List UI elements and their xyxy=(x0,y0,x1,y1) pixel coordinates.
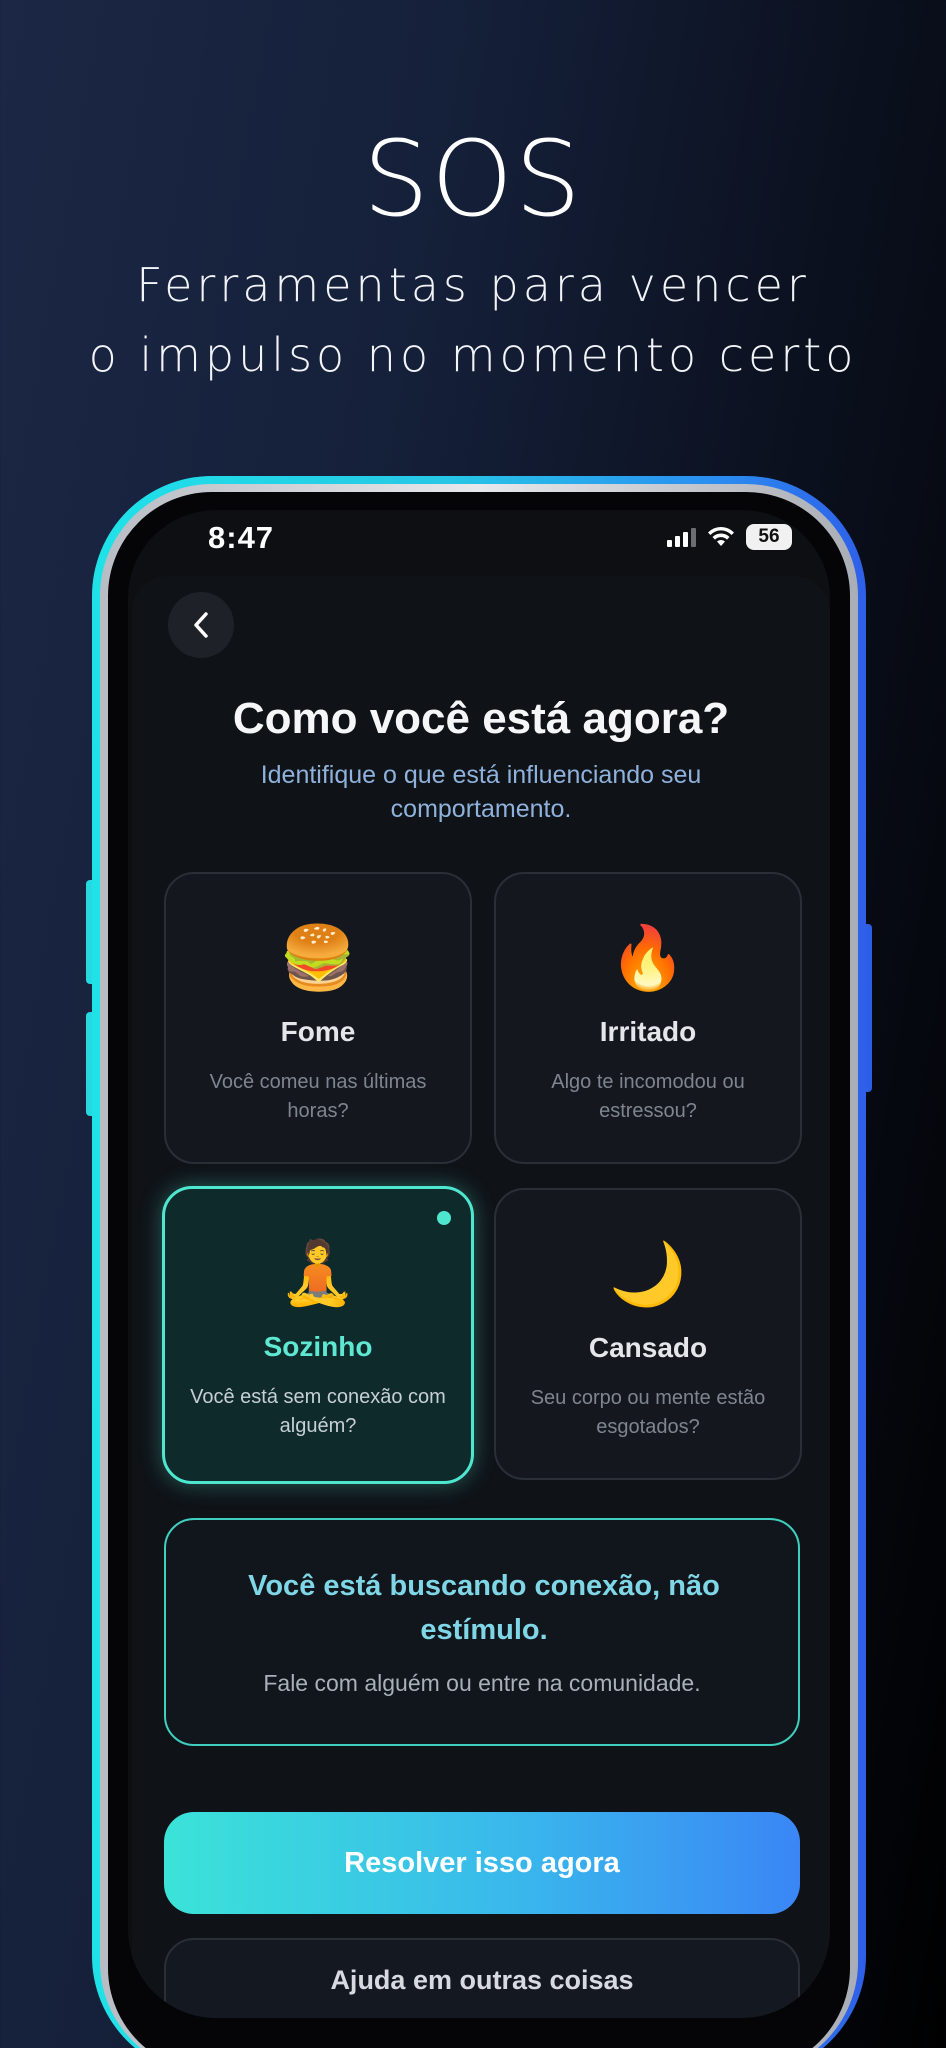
page-subtitle: Identifique o que está influenciando seu… xyxy=(260,761,702,823)
battery-indicator: 56 xyxy=(746,524,792,550)
insight-title: Você está buscando conexão, não estímulo… xyxy=(248,1570,720,1646)
hero-subtitle-line2: o impulso no momento certo xyxy=(88,328,858,382)
moon-icon: 🌙 xyxy=(609,1240,687,1309)
back-button[interactable] xyxy=(168,592,234,658)
chevron-left-icon xyxy=(194,612,208,638)
insight-text: Fale com alguém ou entre na comunidade. xyxy=(263,1670,701,1696)
page-title: Como você está agora? xyxy=(232,694,730,743)
mood-card-cansado[interactable]: 🌙 Cansado Seu corpo ou mente estão esgot… xyxy=(494,1188,802,1480)
mood-card-description: Seu corpo ou mente estão esgotados? xyxy=(530,1387,766,1438)
resolve-now-button[interactable]: Resolver isso agora xyxy=(164,1812,800,1914)
status-time: 8:47 xyxy=(208,520,275,555)
mood-card-label: Sozinho xyxy=(263,1331,373,1362)
fire-icon: 🔥 xyxy=(609,924,687,993)
status-icons: 56 xyxy=(667,524,792,550)
mood-card-description: Você comeu nas últimas horas? xyxy=(209,1071,427,1122)
phone-screen: 8:47 56 Como você está agora? Identifiqu… xyxy=(128,510,830,2018)
meditation-icon: 🧘 xyxy=(279,1239,357,1308)
hero-subtitle-line1: Ferramentas para vencer xyxy=(136,258,810,312)
burger-icon: 🍔 xyxy=(279,924,357,993)
mood-card-irritado[interactable]: 🔥 Irritado Algo te incomodou ou estresso… xyxy=(494,872,802,1164)
mood-card-sozinho[interactable]: 🧘 Sozinho Você está sem conexão com algu… xyxy=(162,1186,474,1484)
insight-card: Você está buscando conexão, não estímulo… xyxy=(164,1518,800,1746)
mood-card-description: Você está sem conexão com alguém? xyxy=(190,1386,446,1437)
hero-title: SOS xyxy=(363,118,583,240)
mood-card-fome[interactable]: 🍔 Fome Você comeu nas últimas horas? xyxy=(164,872,472,1164)
mood-card-label: Cansado xyxy=(588,1332,708,1363)
mood-card-label: Irritado xyxy=(599,1016,697,1047)
sos-screen: Como você está agora? Identifique o que … xyxy=(132,576,830,2018)
mood-card-description: Algo te incomodou ou estressou? xyxy=(551,1071,745,1122)
mood-card-label: Fome xyxy=(280,1016,356,1047)
wifi-icon xyxy=(708,526,734,546)
signal-icon xyxy=(667,527,696,547)
selected-indicator-dot xyxy=(437,1211,451,1225)
secondary-button[interactable]: Ajuda em outras coisas xyxy=(164,1938,800,2018)
